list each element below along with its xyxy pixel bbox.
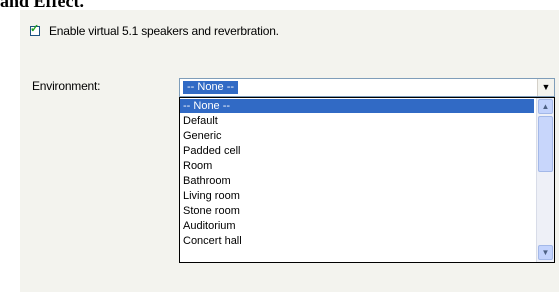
list-item-generic[interactable]: Generic xyxy=(183,129,222,143)
reverb-checkbox[interactable]: ✓ xyxy=(30,23,40,36)
list-item-concert-hall[interactable]: Concert hall xyxy=(183,234,242,248)
reverb-checkbox-label[interactable]: Enable virtual 5.1 speakers and reverbra… xyxy=(49,24,279,38)
list-item-living-room[interactable]: Living room xyxy=(183,189,240,203)
list-item-default[interactable]: Default xyxy=(183,114,218,128)
list-item-none[interactable]: -- None -- xyxy=(180,99,534,113)
scroll-thumb[interactable] xyxy=(538,116,553,172)
environment-selected-value: -- None -- xyxy=(183,81,239,94)
environment-dropdown-list[interactable]: -- None -- Default Generic Padded cell R… xyxy=(179,97,555,263)
environment-label: Environment: xyxy=(32,79,101,93)
list-item-room[interactable]: Room xyxy=(183,159,212,173)
list-item-padded-cell[interactable]: Padded cell xyxy=(183,144,241,158)
list-item-auditorium[interactable]: Auditorium xyxy=(183,219,236,233)
checkmark-icon: ✓ xyxy=(30,23,40,35)
list-scrollbar[interactable]: ▲ ▼ xyxy=(536,98,554,262)
chevron-up-icon[interactable]: ▲ xyxy=(538,99,553,114)
list-item-stone-room[interactable]: Stone room xyxy=(183,204,240,218)
list-item-bathroom[interactable]: Bathroom xyxy=(183,174,231,188)
environment-select[interactable]: -- None -- ▼ xyxy=(179,78,555,97)
reverb-checkbox-row[interactable]: ✓ Enable virtual 5.1 speakers and reverb… xyxy=(30,23,279,38)
chevron-down-icon[interactable]: ▼ xyxy=(538,245,553,260)
chevron-down-icon[interactable]: ▼ xyxy=(537,79,554,96)
